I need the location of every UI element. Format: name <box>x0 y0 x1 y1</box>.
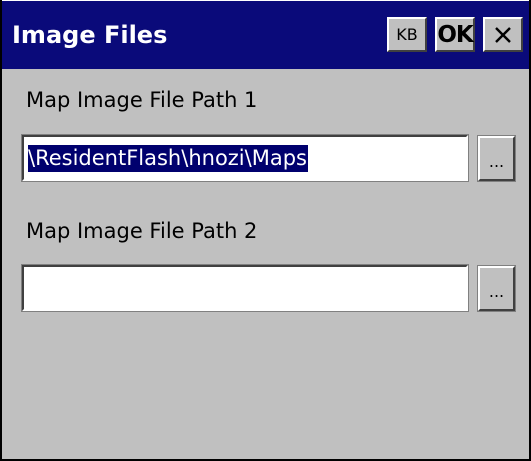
path2-label: Map Image File Path 2 <box>26 219 258 243</box>
ok-button[interactable]: OK <box>435 17 475 52</box>
title-bar: Image Files KB OK <box>2 0 529 69</box>
path2-input[interactable] <box>21 264 469 312</box>
close-icon <box>495 26 511 43</box>
keyboard-button[interactable]: KB <box>387 17 427 52</box>
path1-browse-button[interactable]: ... <box>477 135 516 182</box>
dialog-title: Image Files <box>12 21 168 49</box>
path1-input[interactable]: \ResidentFlash\hnozi\Maps <box>21 134 469 182</box>
path1-label: Map Image File Path 1 <box>26 88 258 112</box>
path2-browse-button[interactable]: ... <box>477 265 516 312</box>
path1-value[interactable]: \ResidentFlash\hnozi\Maps <box>28 145 308 172</box>
image-files-dialog: Image Files KB OK Map Image File Path 1 … <box>0 0 531 461</box>
close-button[interactable] <box>483 17 523 52</box>
